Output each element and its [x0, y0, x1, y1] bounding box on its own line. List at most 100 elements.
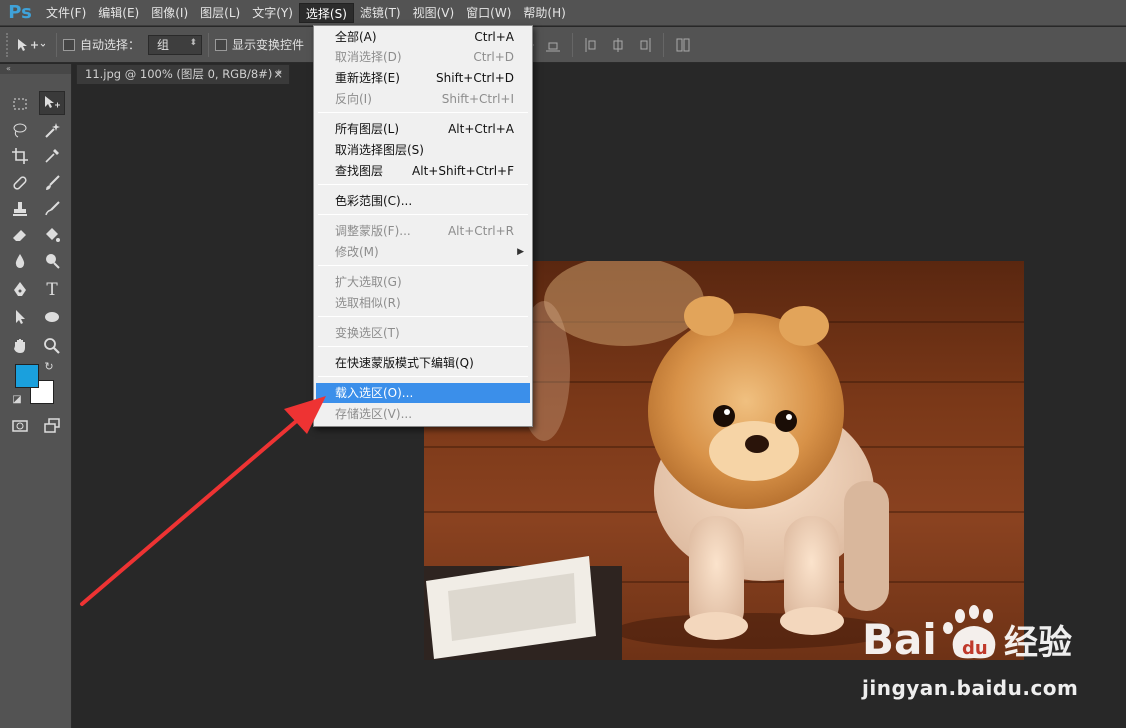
zoom-tool-icon[interactable] [39, 334, 65, 358]
svg-text:经验: 经验 [1004, 623, 1072, 663]
align-left-icon[interactable] [584, 37, 600, 53]
menu-item-label: 所有图层(L) [335, 122, 400, 136]
path-selection-tool-icon[interactable] [7, 305, 33, 329]
toolbox-collapse-icon[interactable]: « [0, 64, 71, 74]
align-hcenter-icon[interactable] [610, 37, 626, 53]
screen-mode-icon[interactable] [39, 414, 65, 438]
auto-select-checkbox[interactable] [63, 38, 75, 51]
menu-item-shortcut: Alt+Ctrl+A [448, 122, 514, 136]
auto-select-dropdown[interactable]: 组 ⬍ [148, 34, 203, 55]
menu-item-deselect: 取消选择(D) Ctrl+D [316, 47, 530, 67]
menu-item-load-selection[interactable]: 载入选区(O)... [316, 383, 530, 403]
baidu-logo: Bai du 经验 [862, 605, 1072, 664]
menu-item-quick-mask[interactable]: 在快速蒙版模式下编辑(Q) [316, 353, 530, 373]
paint-bucket-tool-icon[interactable] [39, 223, 65, 247]
baidu-jingyan-watermark: Bai du 经验 jingyan.baidu.com [862, 598, 1122, 708]
separator [56, 32, 57, 57]
menu-item-reselect[interactable]: 重新选择(E) Shift+Ctrl+D [316, 68, 530, 88]
svg-text:Bai: Bai [862, 615, 937, 664]
menu-separator [318, 112, 528, 113]
menu-item-color-range[interactable]: 色彩范围(C)... [316, 191, 530, 211]
swap-colors-icon[interactable]: ↻ [42, 359, 56, 373]
menu-item-similar: 选取相似(R) [316, 293, 530, 313]
show-transform-label: 显示变换控件 [232, 38, 305, 52]
menu-item-all-layers[interactable]: 所有图层(L) Alt+Ctrl+A [316, 119, 530, 139]
menu-edit[interactable]: 编辑(E) [92, 3, 145, 23]
menu-help[interactable]: 帮助(H) [517, 3, 571, 23]
menu-item-save-selection: 存储选区(V)... [316, 404, 530, 424]
watermark-url: jingyan.baidu.com [862, 676, 1079, 700]
menu-separator [318, 346, 528, 347]
document-tab[interactable]: 11.jpg @ 100% (图层 0, RGB/8#) * × [76, 64, 290, 84]
move-tool-preset-icon[interactable] [10, 33, 50, 57]
menu-filter[interactable]: 滤镜(T) [354, 3, 407, 23]
stepper-arrows-icon: ⬍ [189, 37, 198, 48]
menu-select[interactable]: 选择(S) [298, 2, 354, 23]
document-tab-title: 11.jpg @ 100% (图层 0, RGB/8#) * [85, 67, 282, 81]
auto-align-icon[interactable] [675, 37, 691, 53]
menu-item-shortcut: Alt+Ctrl+R [447, 224, 514, 238]
photoshop-window: Ps 文件(F) 编辑(E) 图像(I) 图层(L) 文字(Y) 选择(S) 滤… [0, 0, 1126, 728]
menu-file[interactable]: 文件(F) [40, 3, 92, 23]
ps-logo: Ps [8, 2, 32, 23]
options-bar: 自动选择： 组 ⬍ 显示变换控件 [0, 27, 1126, 63]
auto-select-label: 自动选择： [80, 38, 141, 52]
menu-item-find-layers[interactable]: 查找图层 Alt+Shift+Ctrl+F [316, 161, 530, 181]
type-tool-icon[interactable]: T [39, 278, 65, 302]
quick-mask-icon[interactable] [7, 414, 33, 438]
brush-tool-icon[interactable] [39, 171, 65, 195]
menu-item-label: 在快速蒙版模式下编辑(Q) [335, 356, 474, 370]
submenu-arrow-icon: ▶ [517, 247, 524, 257]
foreground-color-swatch[interactable] [15, 364, 39, 388]
menu-item-label: 取消选择(D) [335, 50, 402, 64]
lasso-tool-icon[interactable] [7, 118, 33, 142]
menu-item-shortcut: Shift+Ctrl+D [436, 71, 514, 85]
menu-view[interactable]: 视图(V) [407, 3, 461, 23]
menu-item-shortcut: Ctrl+A [474, 30, 514, 44]
menu-window[interactable]: 窗口(W) [460, 3, 517, 23]
align-buttons-group [514, 32, 696, 57]
menu-item-grow: 扩大选取(G) [316, 272, 530, 292]
magic-wand-tool-icon[interactable] [39, 118, 65, 142]
menu-item-label: 色彩范围(C)... [335, 194, 413, 208]
show-transform-checkbox[interactable] [215, 38, 228, 51]
menu-layer[interactable]: 图层(L) [194, 3, 246, 23]
menu-item-label: 扩大选取(G) [335, 275, 402, 289]
separator [663, 32, 665, 57]
menu-item-deselect-layers[interactable]: 取消选择图层(S) [316, 140, 530, 160]
menu-item-label: 修改(M) [335, 245, 379, 259]
ellipse-tool-icon[interactable] [39, 305, 65, 329]
menu-item-modify: 修改(M) ▶ [316, 242, 530, 262]
marquee-tool-icon[interactable] [7, 92, 33, 116]
menu-item-label: 载入选区(O)... [335, 386, 414, 400]
hand-tool-icon[interactable] [7, 334, 33, 358]
menu-item-label: 调整蒙版(F)... [335, 224, 411, 238]
crop-tool-icon[interactable] [7, 144, 33, 168]
default-colors-icon[interactable]: ◪ [10, 392, 24, 406]
menu-bar: Ps 文件(F) 编辑(E) 图像(I) 图层(L) 文字(Y) 选择(S) 滤… [0, 0, 1126, 26]
eyedropper-tool-icon[interactable] [39, 144, 65, 168]
menu-type[interactable]: 文字(Y) [246, 3, 299, 23]
toolbox: « T ↻ ◪ [0, 64, 72, 728]
dodge-tool-icon[interactable] [39, 249, 65, 273]
clone-stamp-tool-icon[interactable] [7, 197, 33, 221]
pen-tool-icon[interactable] [7, 278, 33, 302]
menu-item-label: 全部(A) [335, 30, 377, 44]
menu-item-label: 取消选择图层(S) [335, 143, 424, 157]
menu-item-select-all[interactable]: 全部(A) Ctrl+A [316, 27, 530, 47]
menu-separator [318, 214, 528, 215]
menu-item-inverse: 反向(I) Shift+Ctrl+I [316, 89, 530, 109]
eraser-tool-icon[interactable] [7, 223, 33, 247]
close-tab-icon[interactable]: × [273, 65, 283, 84]
menu-item-refine-mask: 调整蒙版(F)... Alt+Ctrl+R [316, 221, 530, 241]
healing-brush-tool-icon[interactable] [7, 171, 33, 195]
blur-tool-icon[interactable] [7, 249, 33, 273]
history-brush-tool-icon[interactable] [39, 197, 65, 221]
menu-item-transform-selection: 变换选区(T) [316, 323, 530, 343]
move-tool-icon[interactable] [39, 91, 65, 115]
align-right-icon[interactable] [636, 37, 652, 53]
menu-item-shortcut: Shift+Ctrl+I [441, 92, 514, 106]
menu-image[interactable]: 图像(I) [145, 3, 194, 23]
align-bottom-icon[interactable] [545, 37, 561, 53]
menu-item-shortcut: Alt+Shift+Ctrl+F [412, 164, 514, 178]
